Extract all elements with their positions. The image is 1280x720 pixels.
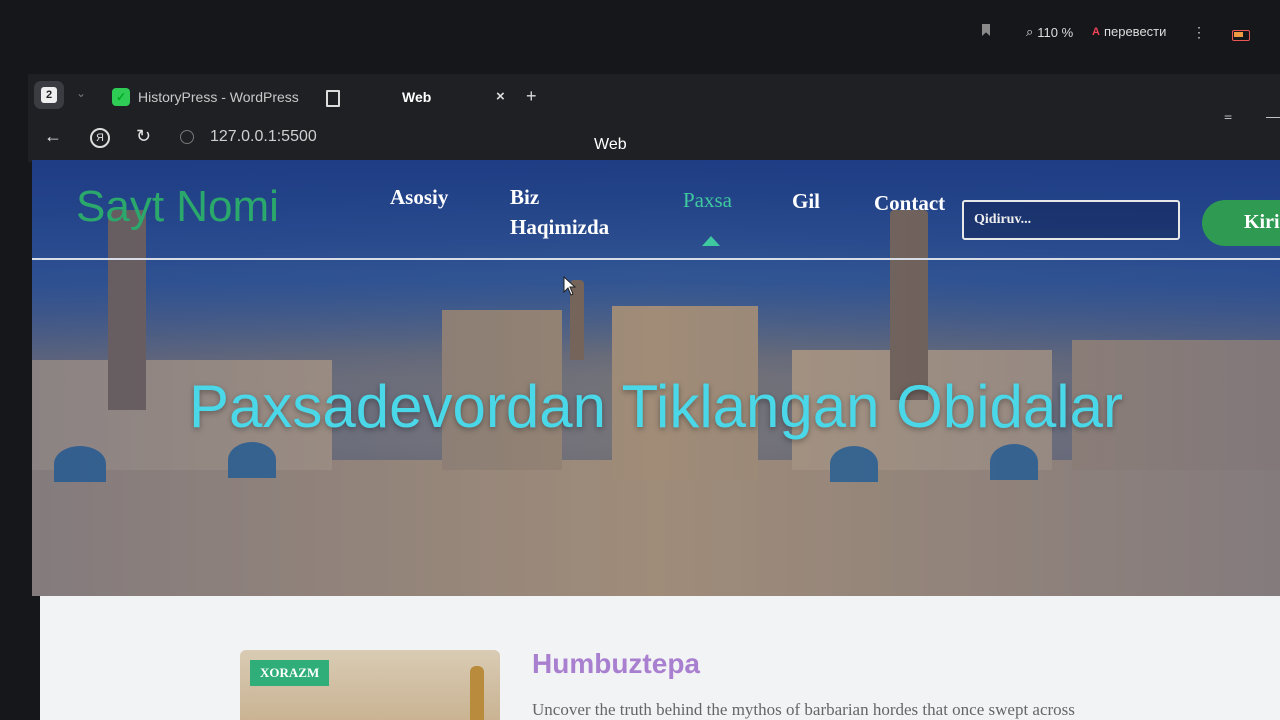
zoom-indicator[interactable]: ⌕ 110 % bbox=[1026, 24, 1073, 40]
region-badge[interactable]: XORAZM bbox=[250, 660, 330, 686]
browser-tab-bar: 2 ⌄ ✓ HistoryPress - WordPress Web × + ≡… bbox=[28, 74, 1280, 126]
yandex-icon[interactable]: Я bbox=[90, 128, 110, 148]
mouse-cursor-icon bbox=[563, 275, 577, 301]
post-thumbnail[interactable]: XORAZM bbox=[240, 650, 500, 720]
back-arrow-icon[interactable]: ← bbox=[44, 126, 62, 147]
translate-icon: A bbox=[1092, 25, 1100, 38]
nav-biz-haqimizda[interactable]: Biz Haqimizda bbox=[510, 182, 640, 242]
wordpress-icon: ✓ bbox=[112, 88, 130, 106]
post-title[interactable]: Humbuztepa bbox=[532, 648, 700, 680]
tab-historypress[interactable]: ✓ HistoryPress - WordPress bbox=[112, 82, 322, 112]
more-options-icon[interactable]: ⋮ bbox=[1192, 24, 1206, 41]
close-tab-icon[interactable]: × bbox=[496, 88, 505, 105]
post-excerpt: Uncover the truth behind the mythos of b… bbox=[532, 700, 1075, 719]
site-info-icon[interactable] bbox=[180, 130, 194, 144]
chevron-down-icon[interactable]: ⌄ bbox=[76, 86, 86, 100]
content-section: XORAZM Humbuztepa Uncover the truth behi… bbox=[40, 596, 1280, 720]
tab-count: 2 bbox=[41, 87, 57, 103]
search-input[interactable]: Qidiruv... bbox=[962, 200, 1180, 240]
reload-icon[interactable]: ↻ bbox=[136, 126, 151, 147]
bookmark-icon[interactable] bbox=[982, 24, 990, 36]
tab-web[interactable]: Web × bbox=[382, 80, 542, 114]
website: Sayt Nomi Asosiy Biz Haqimizda Paxsa Gil… bbox=[32, 160, 1280, 720]
hero-title: Paxsadevordan Tiklangan Obidalar bbox=[189, 373, 1123, 440]
site-logo[interactable]: Sayt Nomi bbox=[76, 182, 279, 232]
battery-icon bbox=[1232, 30, 1250, 41]
header-divider bbox=[32, 258, 1280, 260]
new-tab-button[interactable]: + bbox=[526, 86, 537, 107]
active-nav-indicator bbox=[702, 236, 720, 246]
zoom-icon: ⌕ bbox=[1026, 24, 1034, 39]
url-field[interactable]: 127.0.0.1:5500 bbox=[210, 128, 317, 146]
nav-paxsa[interactable]: Paxsa bbox=[683, 185, 732, 215]
translate-label: перевести bbox=[1103, 24, 1167, 39]
tab-counter-button[interactable]: 2 bbox=[34, 81, 64, 109]
tab-title: HistoryPress - WordPress bbox=[138, 89, 299, 105]
address-bar: ← Я ↻ 127.0.0.1:5500 Web bbox=[28, 120, 1280, 162]
minaret-image bbox=[470, 666, 484, 720]
page-title: Web bbox=[594, 136, 627, 153]
nav-contact[interactable]: Contact bbox=[874, 188, 945, 218]
document-icon bbox=[326, 90, 340, 107]
nav-gil[interactable]: Gil bbox=[792, 186, 820, 216]
nav-asosiy[interactable]: Asosiy bbox=[390, 182, 448, 212]
login-button[interactable]: Kirish bbox=[1202, 200, 1280, 246]
hero-banner: Sayt Nomi Asosiy Biz Haqimizda Paxsa Gil… bbox=[32, 160, 1280, 596]
tab-title: Web bbox=[402, 89, 432, 105]
zoom-level: 110 % bbox=[1037, 24, 1074, 40]
translate-button[interactable]: A перевести bbox=[1092, 24, 1166, 39]
